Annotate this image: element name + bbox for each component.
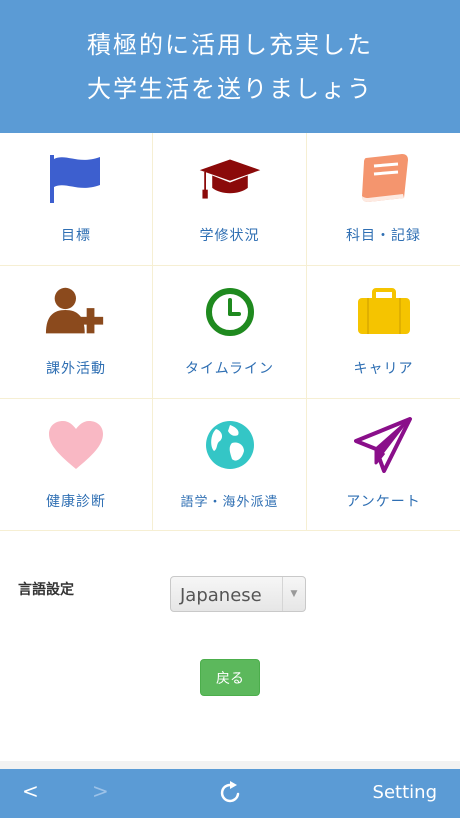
menu-item-label: 科目・記録 bbox=[346, 228, 421, 244]
globe-icon bbox=[198, 415, 262, 475]
menu-item-label: 語学・海外派遣 bbox=[180, 495, 279, 510]
menu-grid: 目標 学修状況 科目・記録 課外活動 タイムライン キャリア 健康診断 語学・海… bbox=[0, 133, 460, 531]
menu-item-health-check[interactable]: 健康診断 bbox=[0, 399, 153, 531]
divider bbox=[0, 761, 460, 769]
menu-item-survey[interactable]: アンケート bbox=[307, 399, 460, 531]
flag-icon bbox=[44, 149, 108, 209]
graduation-cap-icon bbox=[198, 149, 262, 209]
menu-item-label: 課外活動 bbox=[46, 361, 106, 377]
menu-item-extracurricular[interactable]: 課外活動 bbox=[0, 266, 153, 399]
settings-section: 言語設定 Japanese ▼ 戻る bbox=[0, 531, 460, 761]
language-select[interactable]: Japanese ▼ bbox=[170, 576, 306, 612]
language-select-value: Japanese bbox=[180, 585, 262, 606]
back-button[interactable]: 戻る bbox=[200, 659, 260, 696]
language-setting-label: 言語設定 bbox=[18, 582, 74, 598]
menu-item-label: 目標 bbox=[61, 228, 91, 244]
menu-item-label: 健康診断 bbox=[46, 494, 106, 510]
heart-icon bbox=[44, 415, 108, 475]
user-plus-icon bbox=[44, 282, 108, 342]
bottom-toolbar: < > Setting bbox=[0, 769, 460, 818]
menu-item-career[interactable]: キャリア bbox=[307, 266, 460, 399]
menu-item-label: アンケート bbox=[346, 494, 421, 510]
header-title-line-1: 積極的に活用し充実した bbox=[87, 30, 373, 59]
menu-item-label: 学修状況 bbox=[199, 228, 260, 244]
clock-icon bbox=[198, 282, 262, 342]
header-banner: 積極的に活用し充実した 大学生活を送りましょう bbox=[0, 0, 460, 133]
menu-item-subjects-records[interactable]: 科目・記録 bbox=[307, 133, 460, 266]
reload-icon[interactable] bbox=[217, 780, 243, 806]
menu-item-label: キャリア bbox=[353, 361, 414, 377]
menu-item-language-study-abroad[interactable]: 語学・海外派遣 bbox=[153, 399, 307, 531]
menu-item-goals[interactable]: 目標 bbox=[0, 133, 153, 266]
browser-forward-button[interactable]: > bbox=[92, 779, 109, 803]
paper-plane-icon bbox=[352, 415, 416, 475]
menu-item-study-status[interactable]: 学修状況 bbox=[153, 133, 307, 266]
header-title-line-2: 大学生活を送りましょう bbox=[87, 74, 373, 103]
menu-item-label: タイムライン bbox=[184, 361, 275, 377]
chevron-down-icon: ▼ bbox=[282, 577, 305, 611]
menu-item-timeline[interactable]: タイムライン bbox=[153, 266, 307, 399]
browser-back-button[interactable]: < bbox=[22, 779, 39, 803]
book-icon bbox=[352, 149, 416, 209]
briefcase-icon bbox=[352, 282, 416, 342]
setting-button[interactable]: Setting bbox=[373, 782, 437, 803]
